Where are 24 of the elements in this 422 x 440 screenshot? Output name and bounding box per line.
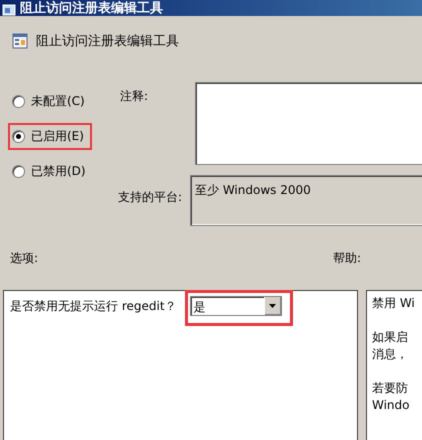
radio-label[interactable]: 未配置(C)	[31, 93, 85, 110]
policy-icon	[12, 33, 28, 49]
radio-button[interactable]	[12, 95, 25, 108]
dropdown-arrow-icon	[269, 304, 276, 308]
radio-button[interactable]	[12, 130, 25, 143]
help-text: 如果启	[372, 329, 409, 346]
policy-title: 阻止访问注册表编辑工具	[36, 33, 179, 50]
help-text: 禁用 Wi	[372, 295, 416, 312]
comment-label: 注释:	[119, 88, 150, 105]
help-text: 若要防	[372, 380, 409, 397]
radio-button[interactable]	[12, 165, 25, 178]
radio-label[interactable]: 已启用(E)	[31, 128, 84, 145]
help-label: 帮助:	[332, 250, 361, 267]
setting-label: 是否禁用无提示运行 regedit？	[10, 298, 177, 315]
comment-field[interactable]	[195, 82, 422, 165]
help-text: Windo	[372, 397, 410, 414]
window-title: 阻止访问注册表编辑工具	[20, 2, 163, 16]
options-label: 选项:	[10, 250, 38, 267]
platform-field: 至少 Windows 2000	[190, 175, 422, 226]
radio-label[interactable]: 已禁用(D)	[31, 163, 86, 180]
window-icon	[2, 4, 16, 16]
help-text: 消息，	[372, 346, 409, 363]
dropdown[interactable]: 是	[190, 296, 282, 316]
platform-label: 支持的平台:	[117, 189, 184, 206]
